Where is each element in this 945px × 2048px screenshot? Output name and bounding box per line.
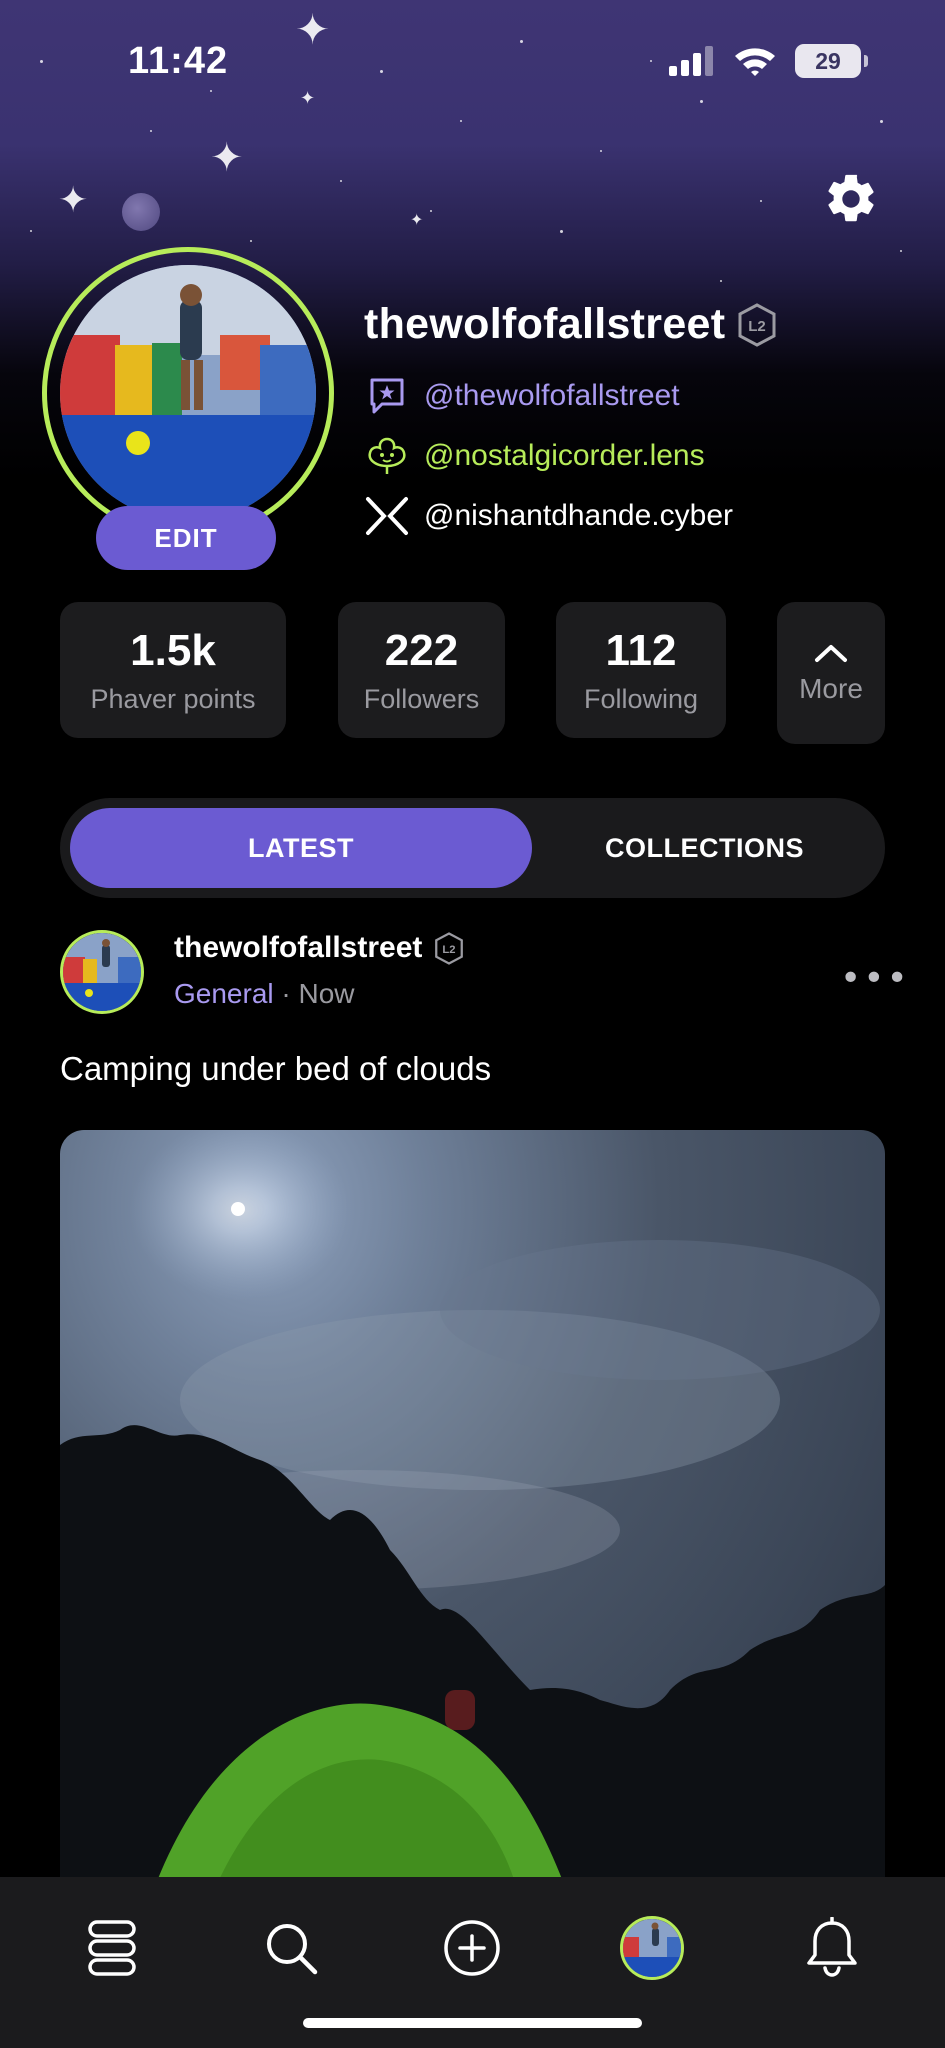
phaver-chat-icon — [364, 373, 410, 419]
tab-collections[interactable]: COLLECTIONS — [532, 808, 877, 888]
profile-avatar — [620, 1916, 684, 1980]
profile-username: thewolfofallstreet — [364, 300, 726, 348]
status-icons: 29 — [669, 44, 868, 78]
stat-followers[interactable]: 222 Followers — [338, 602, 505, 738]
stat-value: 112 — [605, 625, 677, 675]
battery-icon: 29 — [795, 44, 868, 78]
gear-icon[interactable] — [822, 170, 880, 228]
home-indicator[interactable] — [303, 2018, 642, 2028]
post-category[interactable]: General — [174, 978, 274, 1009]
handle-phaver[interactable]: @thewolfofallstreet — [364, 373, 680, 419]
battery-level: 29 — [815, 47, 841, 74]
handle-lens[interactable]: @nostalgicorder.lens — [364, 433, 705, 479]
wifi-icon — [735, 48, 775, 76]
level-badge-icon: L2 — [435, 931, 464, 965]
post-meta-separator: · — [273, 978, 299, 1009]
post-meta: General · Now — [174, 978, 355, 1010]
stat-following[interactable]: 112 Following — [556, 602, 726, 738]
handle-x-text: @nishantdhande.cyber — [424, 499, 733, 532]
stat-label: Followers — [363, 683, 480, 714]
search-icon[interactable] — [255, 1912, 327, 1984]
post-photo — [60, 1130, 885, 1900]
more-label: More — [799, 673, 863, 704]
post-time: Now — [298, 978, 355, 1009]
handle-phaver-text: @thewolfofallstreet — [424, 379, 680, 412]
more-horizontal-icon[interactable]: ••• — [840, 958, 910, 999]
create-post-icon[interactable] — [436, 1912, 508, 1984]
more-button[interactable]: More — [777, 602, 885, 744]
cellular-signal-icon — [669, 46, 713, 76]
feed-icon[interactable] — [76, 1912, 148, 1984]
stat-value: 1.5k — [130, 625, 216, 675]
lens-icon — [364, 433, 410, 479]
post-image[interactable] — [60, 1130, 885, 1900]
tab-latest[interactable]: LATEST — [70, 808, 532, 888]
level-badge-label: L2 — [749, 318, 767, 335]
feed-tabs: LATEST COLLECTIONS — [60, 798, 885, 898]
post-level-badge-label: L2 — [443, 944, 456, 956]
post-author-avatar[interactable] — [60, 930, 144, 1014]
notifications-bell-icon[interactable] — [796, 1912, 868, 1984]
edit-profile-button[interactable]: EDIT — [96, 506, 276, 570]
avatar[interactable] — [60, 265, 316, 521]
stat-phaver-points[interactable]: 1.5k Phaver points — [60, 602, 286, 738]
profile-tab[interactable] — [616, 1912, 688, 1984]
post-author-name[interactable]: thewolfofallstreet — [174, 931, 422, 965]
profile-name-row: thewolfofallstreet L2 — [364, 300, 777, 349]
stat-value: 222 — [384, 625, 459, 675]
level-badge-icon: L2 — [738, 302, 776, 347]
status-time: 11:42 — [128, 40, 229, 82]
handle-lens-text: @nostalgicorder.lens — [424, 439, 705, 472]
stat-label: Following — [583, 683, 699, 714]
x-icon — [364, 493, 410, 539]
post-avatar-image — [63, 933, 141, 1011]
avatar-image — [60, 265, 316, 521]
stat-label: Phaver points — [90, 683, 256, 714]
chevron-up-icon — [815, 645, 847, 662]
post-caption: Camping under bed of clouds — [60, 1050, 492, 1087]
post-author-row: thewolfofallstreet L2 — [174, 931, 464, 965]
handle-x[interactable]: @nishantdhande.cyber — [364, 493, 733, 539]
